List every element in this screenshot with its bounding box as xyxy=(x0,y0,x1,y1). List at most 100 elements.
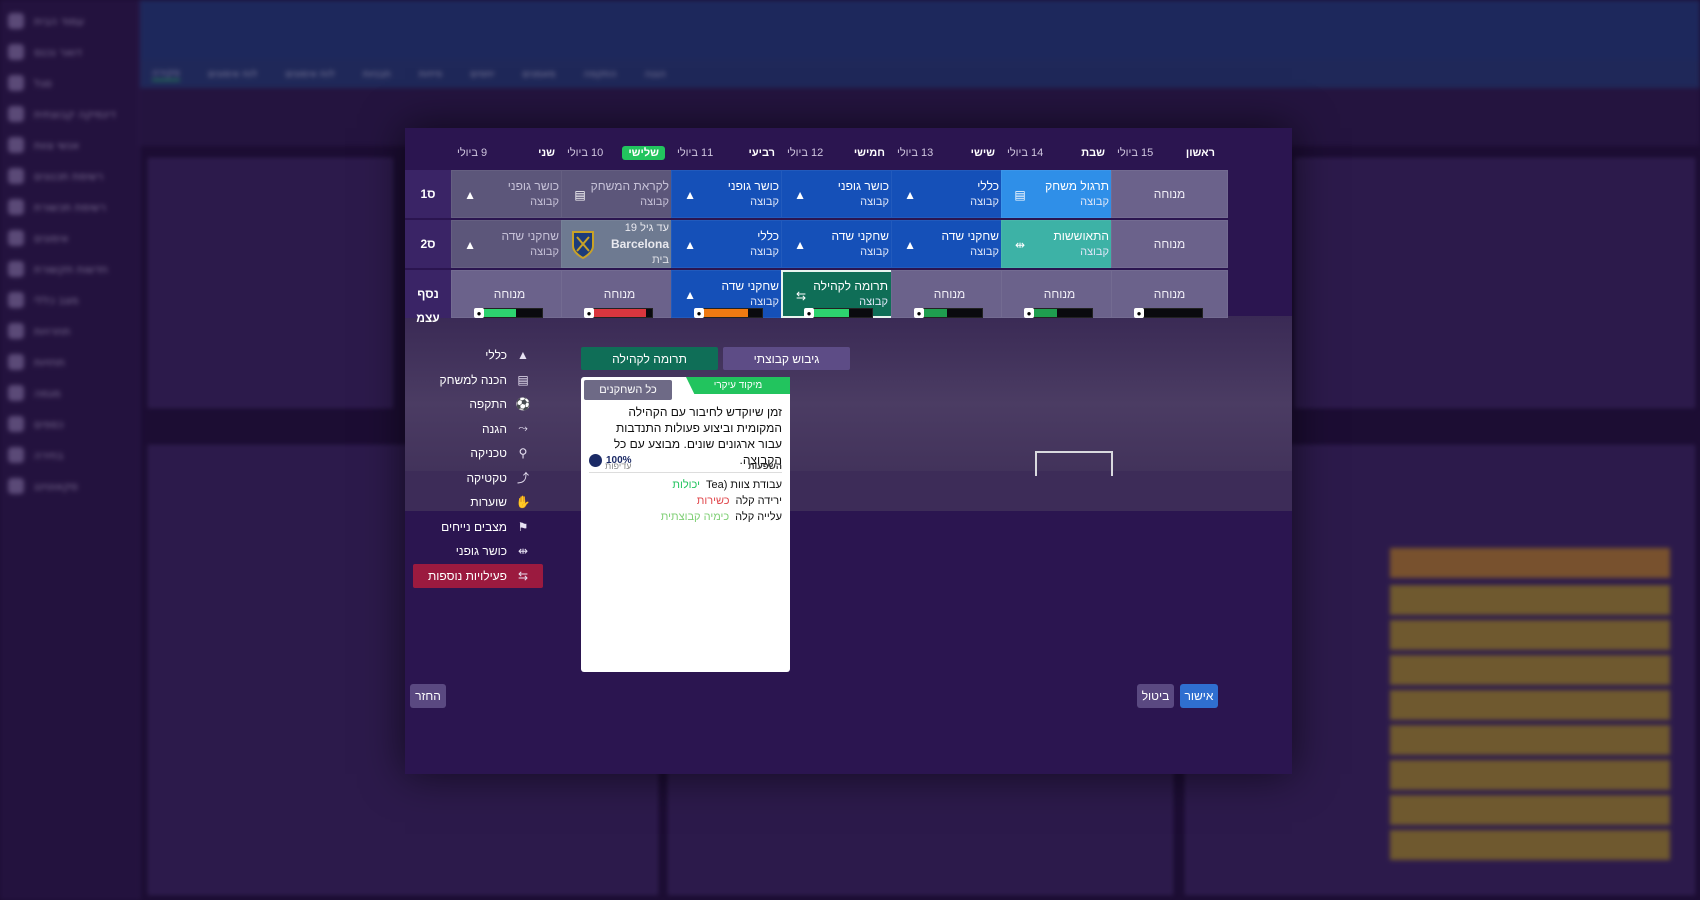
set-piece-icon: ⚑ xyxy=(517,519,529,534)
session-slot[interactable]: כללי קבוצה ▲ xyxy=(891,170,1008,218)
session-title: כושר גופני xyxy=(837,179,889,193)
background-tab: מאמנים xyxy=(522,68,556,80)
background-tab: תבניות xyxy=(362,68,391,80)
session-title: כללי xyxy=(977,179,999,193)
session-slot[interactable]: כושר גופני קבוצה ▲ xyxy=(781,170,898,218)
nav-item: חדשות תקשורת xyxy=(8,258,108,280)
intensity-bar: ● xyxy=(1024,308,1093,318)
session-text: לקראת המשחק קבוצה xyxy=(591,178,669,210)
category-item[interactable]: ⚑ מצבים נייחים xyxy=(413,515,543,540)
session-text: תרגול משחק קבוצה xyxy=(1045,178,1109,210)
session-slot[interactable]: עד גיל 19 Barcelona בית xyxy=(561,220,678,268)
nav-label: כספים xyxy=(34,417,64,431)
session-text: כושר גופני קבוצה xyxy=(838,178,889,210)
category-item[interactable]: ▲ כללי xyxy=(413,343,543,368)
session-slot[interactable]: התאוששות קבוצה ⇹ xyxy=(1001,220,1118,268)
intensity-bar: ● xyxy=(1134,308,1203,318)
session-slot[interactable]: שחקני שדה קבוצה ▲ xyxy=(781,220,898,268)
session-slot[interactable]: שחקני שדה קבוצה ▲ xyxy=(891,220,1008,268)
nav-icon xyxy=(8,44,24,60)
session-subtitle: קבוצה xyxy=(860,196,889,208)
tab-community[interactable]: תרומה לקהילה xyxy=(581,347,718,370)
background-tabs: סקירה לוח אימונים לוח אימונים תבניות פיזיות י… xyxy=(140,60,1700,88)
category-list: ▲ כללי ▤ הכנה למשחק ⚽ התקפה ⤳ הגנה ⚲ טכניקה ⤴ טקטיק… xyxy=(413,343,543,588)
category-item[interactable]: ⚲ טכניקה xyxy=(413,441,543,466)
session-title: מנוחה xyxy=(933,287,966,301)
session-slot[interactable]: כללי קבוצה ▲ xyxy=(671,220,788,268)
session-subtitle: קבוצה xyxy=(530,246,559,258)
background-tab: סקירה xyxy=(152,67,180,81)
session-slot[interactable]: מנוחה xyxy=(1111,220,1228,268)
session-text: מנוחה xyxy=(934,286,966,302)
session-title: תרגול משחק xyxy=(1045,179,1109,193)
category-label: טכניקה xyxy=(470,446,507,461)
day-date: 14 ביולי xyxy=(1007,147,1044,159)
cancel-button[interactable]: ביטול xyxy=(1137,684,1174,708)
nav-label: אנשי צוות xyxy=(34,138,80,152)
nav-item: מצב כללי xyxy=(8,289,79,311)
session-subtitle: בית xyxy=(652,254,669,266)
dumbbell-icon: ⇹ xyxy=(517,544,529,559)
category-item[interactable]: ✋ שוערות xyxy=(413,490,543,515)
category-label: הגנה xyxy=(482,421,507,436)
session-slot[interactable]: כושר גופני קבוצה ▲ xyxy=(671,170,788,218)
nav-item: תחזיות xyxy=(8,351,65,373)
club-crest-icon xyxy=(572,231,594,259)
session-subtitle: קבוצה xyxy=(1080,246,1109,258)
kick-icon: ⚽ xyxy=(515,397,531,412)
day-name: שישי xyxy=(970,147,995,159)
background-stripe xyxy=(1390,795,1670,825)
day-date: 10 ביולי xyxy=(567,147,604,159)
back-button[interactable]: החזר xyxy=(410,684,446,708)
category-item[interactable]: ⤴ טקטיקה xyxy=(413,466,543,491)
nav-item: אנשי צוות xyxy=(8,134,79,156)
category-label: טקטיקה xyxy=(466,470,507,485)
session-subtitle: קבוצה xyxy=(1080,196,1109,208)
background-stripe xyxy=(1390,690,1670,720)
category-item[interactable]: ▤ הכנה למשחק xyxy=(413,368,543,393)
nav-label: מגמה xyxy=(34,386,61,400)
session-detail-card: מיקוד עיקרי כל השחקנים זמן שיוקדש לחיבור… xyxy=(581,377,790,672)
category-label: הכנה למשחק xyxy=(439,372,508,387)
session-slot[interactable]: מנוחה xyxy=(1111,170,1228,218)
session-subtitle: קבוצה xyxy=(530,196,559,208)
nav-icon xyxy=(8,447,24,463)
cone-icon: ▲ xyxy=(904,238,916,252)
cone-icon: ▲ xyxy=(684,288,696,302)
goal-frame xyxy=(1035,451,1113,476)
session-title: תרומה לקהילה xyxy=(813,279,888,293)
day-date: 11 ביולי xyxy=(677,147,714,159)
session-title: התאוששות xyxy=(1053,229,1109,243)
all-players-button[interactable]: כל השחקנים xyxy=(584,380,672,400)
category-item[interactable]: ⇆ פעילויות נוספות xyxy=(413,563,543,588)
dumbbell-icon: ⇹ xyxy=(1014,238,1026,252)
row-label-intensity: עצמ xyxy=(416,311,440,325)
background-panel xyxy=(148,158,393,408)
nav-label: סגל xyxy=(34,76,52,90)
intensity-ball-icon: ● xyxy=(474,308,484,318)
category-item[interactable]: ⤳ הגנה xyxy=(413,417,543,442)
nav-icon xyxy=(8,106,24,122)
nav-icon xyxy=(8,230,24,246)
session-title: כושר גופני xyxy=(507,179,559,193)
goalkeeper-icon: ✋ xyxy=(515,495,531,510)
session-slot[interactable]: לקראת המשחק קבוצה ▤ xyxy=(561,170,678,218)
category-item[interactable]: ⚽ התקפה xyxy=(413,392,543,417)
session-subtitle: קבוצה xyxy=(750,196,779,208)
background-tab: הגנה xyxy=(644,68,666,80)
day-header: 12 ביולי חמישי xyxy=(781,142,891,164)
session-subtitle: קבוצה xyxy=(750,246,779,258)
session-slot[interactable]: כושר גופני קבוצה ▲ xyxy=(451,170,568,218)
day-name: ראשון xyxy=(1185,147,1215,159)
category-item[interactable]: ⇹ כושר גופני xyxy=(413,539,543,564)
tab-team-bonding[interactable]: גיבוש קבוצתי xyxy=(723,347,850,370)
confirm-button[interactable]: אישור xyxy=(1180,684,1218,708)
session-slot[interactable]: שחקני שדה קבוצה ▲ xyxy=(451,220,568,268)
session-title: לקראת המשחק xyxy=(590,179,669,193)
session-slot[interactable]: תרגול משחק קבוצה ▤ xyxy=(1001,170,1118,218)
main-focus-label: מיקוד עיקרי xyxy=(686,377,790,394)
session-title: כללי xyxy=(757,229,779,243)
session-title: שחקני שדה xyxy=(941,229,999,243)
session-title: מנוחה xyxy=(1043,287,1076,301)
category-label: כללי xyxy=(485,348,507,363)
